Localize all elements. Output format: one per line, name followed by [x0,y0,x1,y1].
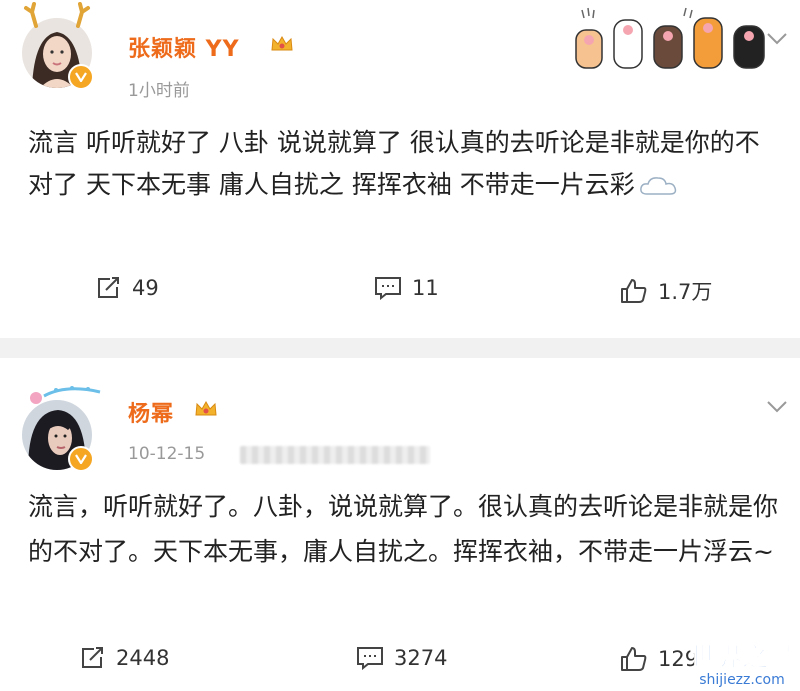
comment-button[interactable]: 11 [374,276,439,300]
thumbs-up-icon [621,647,647,671]
watermark: 世界之最 shijiezz.com [689,643,794,688]
post-content: 流言 听听就好了 八卦 说说就算了 很认真的去听论是非就是你的不对了 天下本无事… [28,122,778,206]
repost-button[interactable]: 49 [96,276,159,300]
thumbs-up-icon [621,279,647,303]
username[interactable]: 张颖颖 YY [128,31,240,63]
like-button[interactable]: 129 [620,646,698,672]
like-count: 1.7万 [658,280,713,304]
post-content-text: 流言，听听就好了。八卦，说说就算了。很认真的去听论是非就是你的不对了。天下本无事… [28,492,779,566]
weibo-post-2: 杨幂 10-12-15 流言，听听就好了。八卦，说说就算了。很认真的去听论是非就… [0,358,800,691]
post-timestamp: 10-12-15 [128,444,206,464]
avatar[interactable] [22,386,101,472]
avatar-decoration-icon [30,386,101,404]
repost-icon [82,647,103,668]
verified-badge-icon [68,446,94,472]
repost-icon [98,277,119,298]
watermark-url: shijiezz.com [699,672,785,688]
cloud-emoji-icon [639,177,676,195]
post-content: 流言，听听就好了。八卦，说说就算了。很认真的去听论是非就是你的不对了。天下本无事… [28,484,778,574]
antler-decoration-icon [24,2,90,28]
chevron-down-icon[interactable] [766,32,788,46]
repost-button[interactable]: 2448 [80,646,169,670]
comment-count: 3274 [394,646,448,670]
comment-icon [357,647,383,670]
comment-icon [375,277,401,300]
avatar[interactable] [22,2,94,90]
username[interactable]: 杨幂 [128,396,174,428]
action-bar: 49 11 1.7万 [0,276,800,316]
action-bar: 2448 3274 129 [0,646,800,686]
like-button[interactable]: 1.7万 [620,276,712,306]
blurred-source-text [240,446,430,464]
post-timestamp: 1小时前 [128,81,190,101]
cat-paw-decoration-icon [575,7,765,69]
comment-count: 11 [412,276,439,300]
repost-count: 49 [132,276,159,300]
crown-icon [271,35,293,51]
comment-button[interactable]: 3274 [356,646,447,670]
crown-icon [195,400,217,416]
chevron-down-icon[interactable] [766,400,788,414]
verified-badge-icon [68,64,94,90]
repost-count: 2448 [116,646,170,670]
watermark-title: 世界之最 [689,643,794,673]
post-separator [0,338,800,358]
weibo-post-1: 张颖颖 YY 1小时前 流言 听听就好了 八卦 说说就算了 很认真的去听论是非就… [0,0,800,338]
